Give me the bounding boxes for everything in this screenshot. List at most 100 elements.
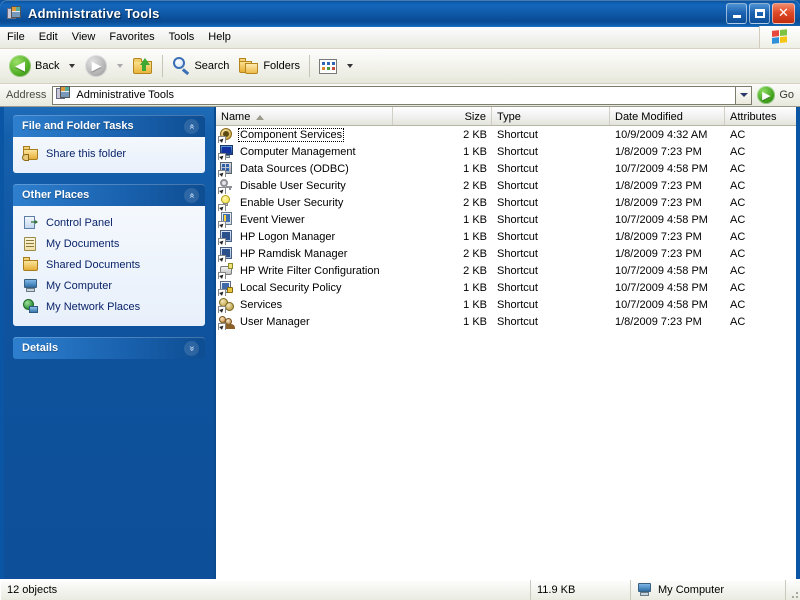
table-row[interactable]: HP Write Filter Configuration 2 KB Short… <box>216 262 796 279</box>
table-row[interactable]: HP Ramdisk Manager 2 KB Shortcut 1/8/200… <box>216 245 796 262</box>
file-attributes: AC <box>730 179 746 192</box>
menu-help[interactable]: Help <box>201 29 238 46</box>
panel-details: Details » <box>13 337 205 359</box>
file-list-view[interactable]: Name Size Type Date Modified Attributes <box>216 107 796 579</box>
menu-file[interactable]: File <box>0 29 32 46</box>
control-panel-icon <box>23 215 39 231</box>
panel-header-details[interactable]: Details » <box>13 337 205 359</box>
file-name: HP Ramdisk Manager <box>240 247 348 260</box>
file-type: Shortcut <box>497 162 538 175</box>
menu-favorites[interactable]: Favorites <box>102 29 161 46</box>
file-type: Shortcut <box>497 281 538 294</box>
security-policy-icon <box>218 280 235 296</box>
table-row[interactable]: Disable User Security 2 KB Shortcut 1/8/… <box>216 177 796 194</box>
views-dropdown-icon[interactable] <box>347 64 354 68</box>
file-name: Disable User Security <box>240 179 346 192</box>
sidebar-item-my-documents[interactable]: My Documents <box>21 234 197 255</box>
forward-dropdown-icon[interactable] <box>117 64 124 68</box>
file-type: Shortcut <box>497 298 538 311</box>
write-filter-icon <box>218 262 235 279</box>
sidebar-item-share-this-folder[interactable]: Share this folder <box>21 144 197 165</box>
minimize-button[interactable] <box>726 3 747 24</box>
forward-button[interactable]: ▶ <box>80 52 112 80</box>
up-button[interactable] <box>128 52 158 80</box>
menu-view[interactable]: View <box>65 29 103 46</box>
menu-bar: File Edit View Favorites Tools Help <box>0 26 800 49</box>
chevron-up-icon[interactable]: « <box>184 118 199 134</box>
my-computer-icon <box>23 278 39 294</box>
sidebar-item-label: My Documents <box>46 238 120 250</box>
column-header-type[interactable]: Type <box>492 107 610 125</box>
status-zone-label: My Computer <box>658 584 725 596</box>
sidebar-item-shared-documents[interactable]: Shared Documents <box>21 255 197 276</box>
column-header-name[interactable]: Name <box>216 107 393 125</box>
my-documents-icon <box>23 236 39 252</box>
chevron-down-icon[interactable]: » <box>184 340 199 356</box>
table-row[interactable]: Enable User Security 2 KB Shortcut 1/8/2… <box>216 194 796 211</box>
file-date: 10/9/2009 4:32 AM <box>615 128 708 141</box>
file-type: Shortcut <box>497 247 538 260</box>
file-type: Shortcut <box>497 213 538 226</box>
table-row[interactable]: Local Security Policy 1 KB Shortcut 10/7… <box>216 279 796 296</box>
sidebar-item-my-network-places[interactable]: My Network Places <box>21 297 197 318</box>
file-date: 1/8/2009 7:23 PM <box>615 247 702 260</box>
file-size: 1 KB <box>463 315 487 328</box>
file-date: 10/7/2009 4:58 PM <box>615 298 708 311</box>
address-input[interactable]: Administrative Tools <box>52 85 736 105</box>
column-label: Type <box>497 111 521 123</box>
file-attributes: AC <box>730 213 746 226</box>
views-button[interactable] <box>314 52 342 80</box>
title-bar[interactable]: Administrative Tools ✕ <box>0 0 800 27</box>
close-button[interactable]: ✕ <box>772 3 795 24</box>
chevron-up-icon[interactable]: « <box>184 187 199 203</box>
file-type: Shortcut <box>497 145 538 158</box>
go-button[interactable]: ▶ Go <box>757 86 794 104</box>
table-row[interactable]: Data Sources (ODBC) 1 KB Shortcut 10/7/2… <box>216 160 796 177</box>
panel-title: Other Places <box>22 189 90 201</box>
folders-button[interactable]: Folders <box>234 52 305 80</box>
file-date: 1/8/2009 7:23 PM <box>615 145 702 158</box>
table-row[interactable]: HP Logon Manager 1 KB Shortcut 1/8/2009 … <box>216 228 796 245</box>
resize-grip[interactable] <box>786 580 800 600</box>
menu-tools[interactable]: Tools <box>162 29 202 46</box>
table-row[interactable]: Component Services 2 KB Shortcut 10/9/20… <box>216 126 796 143</box>
back-arrow-icon: ◀ <box>9 55 31 77</box>
address-dropdown-button[interactable] <box>735 85 753 105</box>
panel-header-file-and-folder-tasks[interactable]: File and Folder Tasks « <box>13 115 205 137</box>
file-date: 1/8/2009 7:23 PM <box>615 230 702 243</box>
search-button[interactable]: Search <box>167 52 234 80</box>
sidebar-item-control-panel[interactable]: Control Panel <box>21 213 197 234</box>
table-row[interactable]: Services 1 KB Shortcut 10/7/2009 4:58 PM… <box>216 296 796 313</box>
menu-edit[interactable]: Edit <box>32 29 65 46</box>
computer-management-icon <box>218 144 235 160</box>
maximize-button[interactable] <box>749 3 770 24</box>
file-name: Component Services <box>237 127 345 142</box>
window-controls: ✕ <box>726 3 795 24</box>
odbc-icon <box>218 161 235 177</box>
table-row[interactable]: User Manager 1 KB Shortcut 1/8/2009 7:23… <box>216 313 796 330</box>
panel-other-places: Other Places « Control Panel My Document… <box>13 184 205 326</box>
back-dropdown-icon[interactable] <box>69 64 76 68</box>
search-label: Search <box>194 60 230 72</box>
table-row[interactable]: Event Viewer 1 KB Shortcut 10/7/2009 4:5… <box>216 211 796 228</box>
lightbulb-icon <box>218 194 235 211</box>
column-header-attributes[interactable]: Attributes <box>725 107 796 125</box>
key-icon <box>218 178 235 194</box>
back-button[interactable]: ◀ Back <box>4 52 64 80</box>
file-attributes: AC <box>730 128 746 141</box>
sidebar-item-my-computer[interactable]: My Computer <box>21 276 197 297</box>
toolbar-separator-2 <box>309 55 311 77</box>
chevron-down-icon <box>739 93 748 97</box>
event-viewer-icon <box>218 211 235 228</box>
column-header-date-modified[interactable]: Date Modified <box>610 107 725 125</box>
file-name: Services <box>240 298 283 311</box>
file-size: 1 KB <box>463 230 487 243</box>
file-type: Shortcut <box>497 264 538 277</box>
table-row[interactable]: Computer Management 1 KB Shortcut 1/8/20… <box>216 143 796 160</box>
minimize-icon <box>732 15 741 18</box>
panel-header-other-places[interactable]: Other Places « <box>13 184 205 206</box>
file-date: 10/7/2009 4:58 PM <box>615 264 708 277</box>
mmc-console-icon <box>7 5 23 22</box>
folders-label: Folders <box>263 60 301 72</box>
column-header-size[interactable]: Size <box>393 107 492 125</box>
